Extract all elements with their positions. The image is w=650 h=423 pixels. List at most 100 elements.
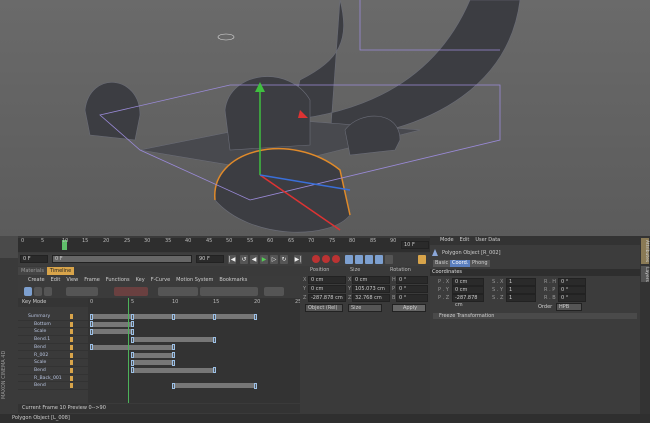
track-lock-icon[interactable]	[70, 345, 73, 350]
track-row[interactable]: Bend	[18, 344, 300, 352]
menu-key[interactable]: Key	[136, 276, 145, 285]
keyframe[interactable]	[131, 314, 134, 320]
next-key-button[interactable]: ↻	[280, 255, 288, 264]
tab-materials[interactable]: Materials	[18, 267, 47, 275]
previous-frame-button[interactable]: ◀	[250, 255, 258, 264]
position-field[interactable]: 0 cm	[452, 278, 484, 286]
menu-edit[interactable]: Edit	[51, 276, 61, 285]
start-frame-field[interactable]: 0 F	[20, 255, 48, 263]
go-to-end-button[interactable]: ▶|	[294, 255, 302, 264]
key-mode-button[interactable]	[24, 287, 32, 296]
go-to-start-button[interactable]: |◀	[228, 255, 236, 264]
keyframe[interactable]	[172, 383, 175, 389]
keyframe[interactable]	[131, 329, 134, 335]
keyframe[interactable]	[90, 314, 93, 320]
menu-functions[interactable]: Functions	[106, 276, 130, 285]
track-lock-icon[interactable]	[70, 314, 73, 319]
preview-range-slider[interactable]: 0 F	[52, 255, 192, 263]
keyframe[interactable]	[172, 314, 175, 320]
track-lock-icon[interactable]	[70, 337, 73, 342]
scale-field[interactable]: 1	[506, 286, 536, 294]
key-range-bar[interactable]	[132, 353, 173, 358]
rotation-field[interactable]: 0 °	[396, 276, 428, 284]
keyframe[interactable]	[213, 314, 216, 320]
keyframe[interactable]	[90, 321, 93, 327]
menu-mode[interactable]: Mode	[440, 236, 454, 245]
position-field[interactable]: -287.878 cm	[452, 294, 484, 302]
keyframe[interactable]	[131, 337, 134, 343]
rotation-field[interactable]: 0 °	[396, 285, 428, 293]
key-range-bar[interactable]	[91, 322, 132, 327]
keyframe[interactable]	[131, 321, 134, 327]
keyframe[interactable]	[90, 329, 93, 335]
record-parameter-button[interactable]	[375, 255, 383, 264]
keyframe[interactable]	[172, 344, 175, 350]
scale-field[interactable]: 1	[506, 278, 536, 286]
keyframe[interactable]	[131, 352, 134, 358]
menu-create[interactable]: Create	[28, 276, 45, 285]
keyframe[interactable]	[172, 352, 175, 358]
key-range-bar[interactable]	[91, 329, 132, 334]
track-row[interactable]: Bottom	[18, 321, 300, 329]
key-range-bar[interactable]	[132, 368, 214, 373]
track-lock-icon[interactable]	[70, 360, 73, 365]
tangent-buttons[interactable]	[200, 287, 258, 296]
play-button[interactable]: ▶	[260, 255, 268, 264]
rotation-field[interactable]: 0 °	[558, 294, 586, 302]
position-field[interactable]: 0 cm	[308, 276, 346, 284]
rotation-order-select[interactable]: HPB	[556, 303, 582, 311]
position-field[interactable]: -287.878 cm	[308, 294, 346, 302]
add-key-buttons[interactable]	[114, 287, 148, 296]
coordinate-mode-select[interactable]: Object (Rel)	[305, 304, 343, 312]
menu-view[interactable]: View	[66, 276, 78, 285]
track-row[interactable]: Bend	[18, 382, 300, 390]
position-field[interactable]: 0 cm	[452, 286, 484, 294]
tab-layers[interactable]: Layers	[641, 266, 649, 282]
menu-frame[interactable]: Frame	[84, 276, 100, 285]
key-range-bar[interactable]	[173, 383, 255, 388]
size-field[interactable]: 0 cm	[352, 276, 390, 284]
tab-timeline[interactable]: Timeline	[47, 267, 74, 275]
size-field[interactable]: 32.768 cm	[352, 294, 390, 302]
next-frame-button[interactable]: ▷	[270, 255, 278, 264]
tab-coord[interactable]: Coord.	[450, 260, 470, 267]
scale-field[interactable]: 1	[506, 294, 536, 302]
track-lock-icon[interactable]	[70, 353, 73, 358]
key-range-bar[interactable]	[132, 360, 173, 365]
record-point-level-button[interactable]	[385, 255, 393, 264]
track-row[interactable]: R_002	[18, 352, 300, 360]
tab-phong[interactable]: Phong	[470, 260, 490, 267]
rotation-field[interactable]: 0 °	[558, 278, 586, 286]
record-scale-button[interactable]	[355, 255, 363, 264]
snap-buttons[interactable]	[264, 287, 284, 296]
record-rotation-button[interactable]	[365, 255, 373, 264]
menu-user-data[interactable]: User Data	[475, 236, 500, 245]
track-row[interactable]: Scale	[18, 359, 300, 367]
navigation-tools[interactable]	[66, 287, 98, 296]
f-curve-mode-button[interactable]	[34, 287, 42, 296]
menu-edit[interactable]: Edit	[460, 236, 470, 245]
tab-basic[interactable]: Basic	[433, 260, 450, 267]
motion-mode-button[interactable]	[44, 287, 52, 296]
track-row[interactable]: Bend	[18, 367, 300, 375]
size-field[interactable]: 105.073 cm	[352, 285, 390, 293]
position-field[interactable]: 0 cm	[308, 285, 346, 293]
track-row[interactable]: R_Back_001	[18, 375, 300, 383]
keyframe[interactable]	[90, 344, 93, 350]
tab-attributes[interactable]: Attributes	[641, 238, 649, 264]
3d-viewport[interactable]	[0, 0, 650, 236]
track-lock-icon[interactable]	[70, 329, 73, 334]
current-frame-line[interactable]	[128, 298, 129, 403]
track-lock-icon[interactable]	[70, 368, 73, 373]
keyframe-selection-button[interactable]	[332, 255, 340, 263]
interpolation-buttons[interactable]	[158, 287, 198, 296]
key-range-bar[interactable]	[132, 337, 214, 342]
rotation-field[interactable]: 0 °	[558, 286, 586, 294]
keyframe[interactable]	[131, 367, 134, 373]
menu-bookmarks[interactable]: Bookmarks	[219, 276, 247, 285]
previous-key-button[interactable]: ↺	[240, 255, 248, 264]
keyframe[interactable]	[131, 360, 134, 366]
key-range-bar[interactable]	[91, 345, 173, 350]
timeline-ruler[interactable]: 0 5 10 15 20 25 30 35 40 45 50 55 60 65 …	[18, 238, 430, 252]
keyframe[interactable]	[172, 360, 175, 366]
